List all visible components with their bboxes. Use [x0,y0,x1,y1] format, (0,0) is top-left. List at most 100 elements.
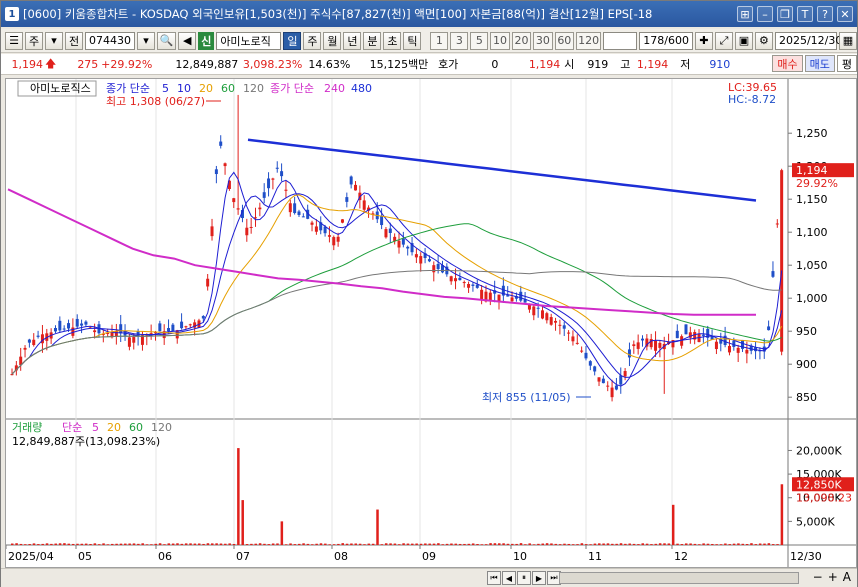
legend-ma480: 480 [351,82,372,95]
chart-tool-icon[interactable]: ⤢ [714,31,733,50]
interval-20[interactable]: 20 [511,31,532,50]
interval-5[interactable]: 5 [470,31,489,50]
code-input[interactable]: 074430 [85,31,135,50]
save-icon[interactable]: ▣ [734,31,753,50]
interval-3[interactable]: 3 [450,31,469,50]
x-tick-label: 08 [334,550,348,563]
link-icon[interactable]: ⊞ [737,6,753,22]
scroll-first-icon[interactable]: ⏮ [487,571,501,585]
chart-area[interactable]: 2025/04 05 06 07 08 09 10 11 12 12/30 850 900 950 1,0… [5,78,857,568]
x-tick-label: 11 [588,550,602,563]
candle-body [10,374,14,376]
candle-body [340,219,344,223]
period-tick[interactable]: 틱 [403,31,422,50]
volume-ma-period: 20 [107,421,121,434]
period-year[interactable]: 년 [343,31,362,50]
scroll-next-icon[interactable]: ▶ [532,571,546,585]
volume-bar [437,543,440,545]
buy-button[interactable]: 매수 [772,55,803,72]
scrollbar[interactable] [559,572,799,584]
volume-bar [741,543,745,545]
volume-bar [506,543,510,545]
volume-bar [402,543,405,545]
code-dropdown[interactable]: ▾ [137,31,155,50]
volume-bar [350,543,353,545]
close-icon[interactable]: ✕ [837,6,853,22]
interval-30[interactable]: 30 [533,31,553,50]
legend-ma-period: 60 [221,82,235,95]
eval-button[interactable]: 평 [836,55,857,72]
volume-bar [280,521,284,545]
date-field[interactable]: 2025/12/30 [774,31,842,50]
period-month[interactable]: 월 [323,31,342,50]
x-tick-label: 10 [513,550,527,563]
restore-icon[interactable]: ❐ [777,6,793,22]
legend-ma-period: 10 [177,82,191,95]
sound-icon[interactable]: ◀ [178,31,197,50]
search-icon[interactable]: 🔍 [157,31,177,50]
price-chart[interactable]: 2025/04 05 06 07 08 09 10 11 12 12/30 850 900 950 1,0… [6,79,856,567]
interval-60[interactable]: 60 [554,31,575,50]
period-day[interactable]: 일 [283,31,302,50]
volume-bar [289,543,292,545]
x-tick-label: 2025/04 [8,550,54,563]
candle-body [606,385,610,387]
help-icon[interactable]: ? [817,6,833,22]
candle-body [736,347,740,353]
candle-body [62,328,66,330]
zoom-out-icon[interactable]: − [813,570,823,584]
candle-body [458,277,462,281]
candle-body [349,176,353,185]
candle-body [67,323,71,329]
volume-label: 거래량 [12,421,42,434]
volume-bar [419,543,423,545]
candle-body [623,371,627,377]
period-minute[interactable]: 분 [363,31,382,50]
volume-bar [137,543,140,545]
high-note: 최고 1,308 (06/27) [106,95,205,108]
hc-value: HC:-8.72 [728,93,776,106]
tools-icon[interactable]: ✚ [694,31,713,50]
zoom-in-icon[interactable]: + [828,570,838,584]
zoom-fit-icon[interactable]: A [843,570,851,584]
candle-body [780,170,784,352]
interval-10[interactable]: 10 [490,31,510,50]
volume-bar [163,544,166,545]
interval-input[interactable] [603,31,638,50]
period-week[interactable]: 주 [303,31,322,50]
prev-button[interactable]: 전 [65,31,83,50]
volume-bar [293,544,297,545]
volume-bar [284,544,288,545]
pause-icon[interactable]: ⏸ [517,571,531,585]
volume-bar [632,543,636,545]
volume-bar [376,509,379,545]
volume-bar [106,544,110,545]
sell-button[interactable]: 매도 [804,55,835,72]
candle-body [354,184,358,191]
count-field[interactable]: 178/600 [639,31,693,50]
volume-bar [245,544,249,545]
pin-icon[interactable]: T [797,6,813,22]
new-badge[interactable]: 신 [198,31,215,50]
scroll-prev-icon[interactable]: ◀ [502,571,516,585]
menu-icon[interactable]: ☰ [5,31,23,50]
candle-body [419,256,423,264]
volume-bar [680,544,684,545]
volume-bar [380,544,384,545]
volume-bar [550,543,553,545]
volume-bar [454,543,458,545]
interval-120[interactable]: 120 [576,31,602,50]
chevron-down-icon[interactable]: ▾ [45,31,63,50]
type-select[interactable]: 주 [25,31,43,50]
calendar-icon[interactable]: ▦ [838,31,857,50]
interval-1[interactable]: 1 [430,31,449,50]
candle-body [614,385,618,390]
candle-body [767,326,771,331]
minimize-icon[interactable]: – [757,6,773,22]
gear-icon[interactable]: ⚙ [754,31,773,50]
volume-bar [702,543,705,545]
candle-body [362,200,366,210]
y-tick-label: 850 [796,391,817,404]
period-second[interactable]: 초 [383,31,402,50]
title-bar: 1 [0600] 키움종합차트 - KOSDAQ 외국인보유[1,503(천)]… [1,1,857,27]
